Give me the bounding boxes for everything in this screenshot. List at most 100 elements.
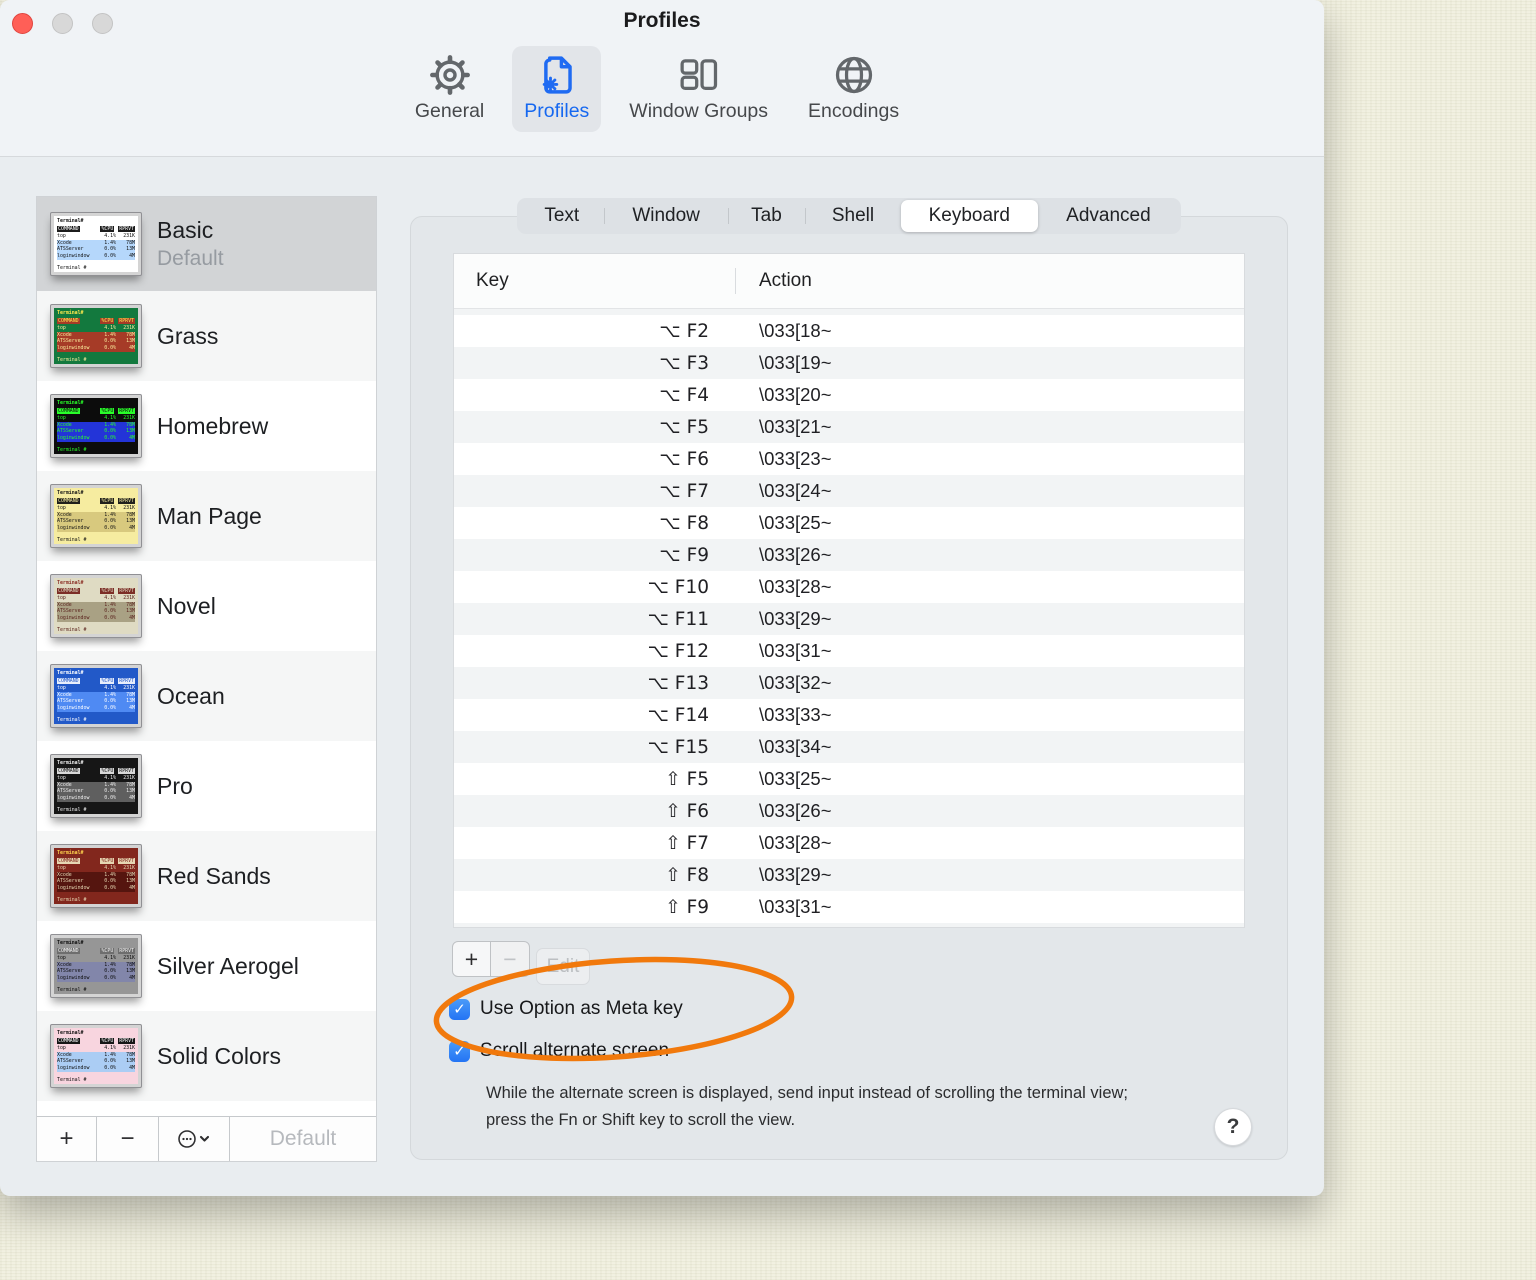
checkbox-label: Use Option as Meta key — [480, 998, 683, 1019]
table-row[interactable]: ⌥ F12 \033[31~ — [454, 635, 1244, 667]
profiles-doc-icon — [542, 56, 572, 94]
row-action: \033[31~ — [759, 896, 832, 917]
use-option-as-meta-checkbox[interactable] — [449, 998, 470, 1020]
window-title: Profiles — [623, 9, 701, 32]
profile-subtitle: Default — [157, 247, 224, 270]
sidebar-profile-row-silver-aerogel[interactable]: Terminal# COMMAND %CPU RPRVT top 4.1% 231K Xcod… — [37, 921, 376, 1011]
set-default-button[interactable]: Default — [230, 1117, 376, 1161]
alternate-screen-help-text: While the alternate screen is displayed,… — [486, 1084, 1129, 1129]
remove-profile-button[interactable]: − — [97, 1117, 159, 1161]
key-mappings-table: Key Action ⌥ F2 \033[18~ ⌥ F3 \033[19~ ⌥… — [453, 253, 1245, 928]
mapping-add-remove-group: + − — [452, 941, 530, 977]
more-options-button[interactable] — [159, 1117, 230, 1161]
row-action: \033[26~ — [759, 800, 832, 821]
row-key: ⌥ F3 — [659, 352, 709, 374]
column-header-action[interactable]: Action — [735, 270, 812, 292]
table-row[interactable]: ⌥ F5 \033[21~ — [454, 411, 1244, 443]
sidebar-profile-row-basic[interactable]: Terminal# COMMAND %CPU RPRVT top 4.1% 231K Xcod… — [37, 197, 376, 291]
sidebar-profile-row-solid-colors[interactable]: Terminal# COMMAND %CPU RPRVT top 4.1% 231K Xcod… — [37, 1011, 376, 1101]
table-row[interactable]: ⌥ F8 \033[25~ — [454, 507, 1244, 539]
profile-thumbnail: Terminal# COMMAND %CPU RPRVT top 4.1% 231K Xcod… — [50, 934, 142, 998]
table-row[interactable]: ⌥ F9 \033[26~ — [454, 539, 1244, 571]
table-row[interactable]: ⌥ F10 \033[28~ — [454, 571, 1244, 603]
table-row[interactable]: ⌥ F7 \033[24~ — [454, 475, 1244, 507]
row-action: \033[20~ — [759, 384, 832, 405]
row-action: \033[21~ — [759, 416, 832, 437]
profile-thumbnail: Terminal# COMMAND %CPU RPRVT top 4.1% 231K Xcod… — [50, 394, 142, 458]
profile-thumbnail: Terminal# COMMAND %CPU RPRVT top 4.1% 231K Xcod… — [50, 1024, 142, 1088]
table-row[interactable]: ⇧ F5 \033[25~ — [454, 763, 1244, 795]
tab-shell[interactable]: Shell — [805, 200, 900, 232]
table-row[interactable]: ⌥ F15 \033[34~ — [454, 731, 1244, 763]
table-rows: ⌥ F2 \033[18~ ⌥ F3 \033[19~ ⌥ F4 \033[20… — [454, 315, 1244, 923]
row-key: ⌥ F13 — [647, 672, 709, 694]
row-key: ⌥ F11 — [647, 608, 709, 630]
table-row-partial — [454, 923, 1244, 927]
profile-name: Ocean — [157, 682, 225, 709]
row-key: ⇧ F8 — [665, 864, 709, 886]
row-key: ⇧ F7 — [665, 832, 709, 854]
edit-mapping-button[interactable]: Edit — [536, 948, 590, 985]
sidebar-profile-row-grass[interactable]: Terminal# COMMAND %CPU RPRVT top 4.1% 231K Xcod… — [37, 291, 376, 381]
table-row[interactable]: ⇧ F8 \033[29~ — [454, 859, 1244, 891]
row-action: \033[32~ — [759, 672, 832, 693]
row-key: ⇧ F5 — [665, 768, 709, 790]
sidebar-profile-row-man-page[interactable]: Terminal# COMMAND %CPU RPRVT top 4.1% 231K Xcod… — [37, 471, 376, 561]
toolbar-label: Encodings — [808, 100, 900, 122]
sidebar-profile-row-red-sands[interactable]: Terminal# COMMAND %CPU RPRVT top 4.1% 231K Xcod… — [37, 831, 376, 921]
tab-window[interactable]: Window — [604, 200, 727, 232]
sidebar-profile-row-pro[interactable]: Terminal# COMMAND %CPU RPRVT top 4.1% 231K Xcod… — [37, 741, 376, 831]
profile-name: Novel — [157, 592, 216, 619]
profile-thumbnail: Terminal# COMMAND %CPU RPRVT top 4.1% 231K Xcod… — [50, 844, 142, 908]
table-row[interactable]: ⇧ F9 \033[31~ — [454, 891, 1244, 923]
table-row[interactable]: ⌥ F2 \033[18~ — [454, 315, 1244, 347]
row-key: ⌥ F6 — [659, 448, 709, 470]
table-row[interactable]: ⌥ F3 \033[19~ — [454, 347, 1244, 379]
tab-advanced[interactable]: Advanced — [1038, 200, 1179, 232]
row-action: \033[28~ — [759, 832, 832, 853]
sidebar-profile-row-homebrew[interactable]: Terminal# COMMAND %CPU RPRVT top 4.1% 231K Xcod… — [37, 381, 376, 471]
remove-mapping-button[interactable]: − — [491, 941, 530, 977]
profile-name: Homebrew — [157, 412, 269, 439]
tab-keyboard[interactable]: Keyboard — [900, 200, 1038, 232]
profile-name: Pro — [157, 772, 193, 799]
row-key: ⇧ F6 — [665, 800, 709, 822]
table-row[interactable]: ⇧ F6 \033[26~ — [454, 795, 1244, 827]
scroll-alternate-screen-checkbox[interactable] — [449, 1040, 470, 1062]
toolbar-item-general[interactable]: General — [403, 46, 496, 132]
table-row[interactable]: ⇧ F7 \033[28~ — [454, 827, 1244, 859]
toolbar-item-encodings[interactable]: Encodings — [796, 46, 911, 132]
row-key: ⌥ F7 — [659, 480, 709, 502]
row-key: ⌥ F9 — [659, 544, 709, 566]
row-action: \033[19~ — [759, 352, 832, 373]
column-header-key[interactable]: Key — [454, 270, 735, 292]
row-key: ⌥ F14 — [647, 704, 709, 726]
tab-tab[interactable]: Tab — [727, 200, 806, 232]
row-key: ⌥ F8 — [659, 512, 709, 534]
toolbar-item-profiles[interactable]: Profiles — [512, 46, 602, 132]
sidebar-profile-row-novel[interactable]: Terminal# COMMAND %CPU RPRVT top 4.1% 231K Xcod… — [37, 561, 376, 651]
column-divider — [735, 268, 736, 294]
row-key: ⇧ F9 — [665, 896, 709, 918]
table-body: ⌥ F2 \033[18~ ⌥ F3 \033[19~ ⌥ F4 \033[20… — [454, 309, 1244, 927]
table-row[interactable]: ⌥ F11 \033[29~ — [454, 603, 1244, 635]
add-profile-button[interactable]: + — [37, 1117, 97, 1161]
row-action: \033[24~ — [759, 480, 832, 501]
toolbar-item-window-groups[interactable]: Window Groups — [617, 46, 780, 132]
table-row[interactable]: ⌥ F14 \033[33~ — [454, 699, 1244, 731]
profile-thumbnail: Terminal# COMMAND %CPU RPRVT top 4.1% 231K Xcod… — [50, 212, 142, 276]
sidebar-profile-row-ocean[interactable]: Terminal# COMMAND %CPU RPRVT top 4.1% 231K Xcod… — [37, 651, 376, 741]
profile-name: Man Page — [157, 502, 262, 529]
tab-text[interactable]: Text — [519, 200, 604, 232]
row-key: ⌥ F15 — [647, 736, 709, 758]
table-row[interactable]: ⌥ F4 \033[20~ — [454, 379, 1244, 411]
row-key: ⌥ F2 — [659, 320, 709, 342]
table-row[interactable]: ⌥ F13 \033[32~ — [454, 667, 1244, 699]
help-button[interactable]: ? — [1214, 1108, 1252, 1146]
table-row[interactable]: ⌥ F6 \033[23~ — [454, 443, 1244, 475]
scroll-alternate-screen-row: Scroll alternate screen — [449, 1040, 669, 1062]
row-action: \033[34~ — [759, 736, 832, 757]
add-mapping-button[interactable]: + — [452, 941, 491, 977]
row-action: \033[18~ — [759, 320, 832, 341]
checkbox-label: Scroll alternate screen — [480, 1040, 670, 1061]
